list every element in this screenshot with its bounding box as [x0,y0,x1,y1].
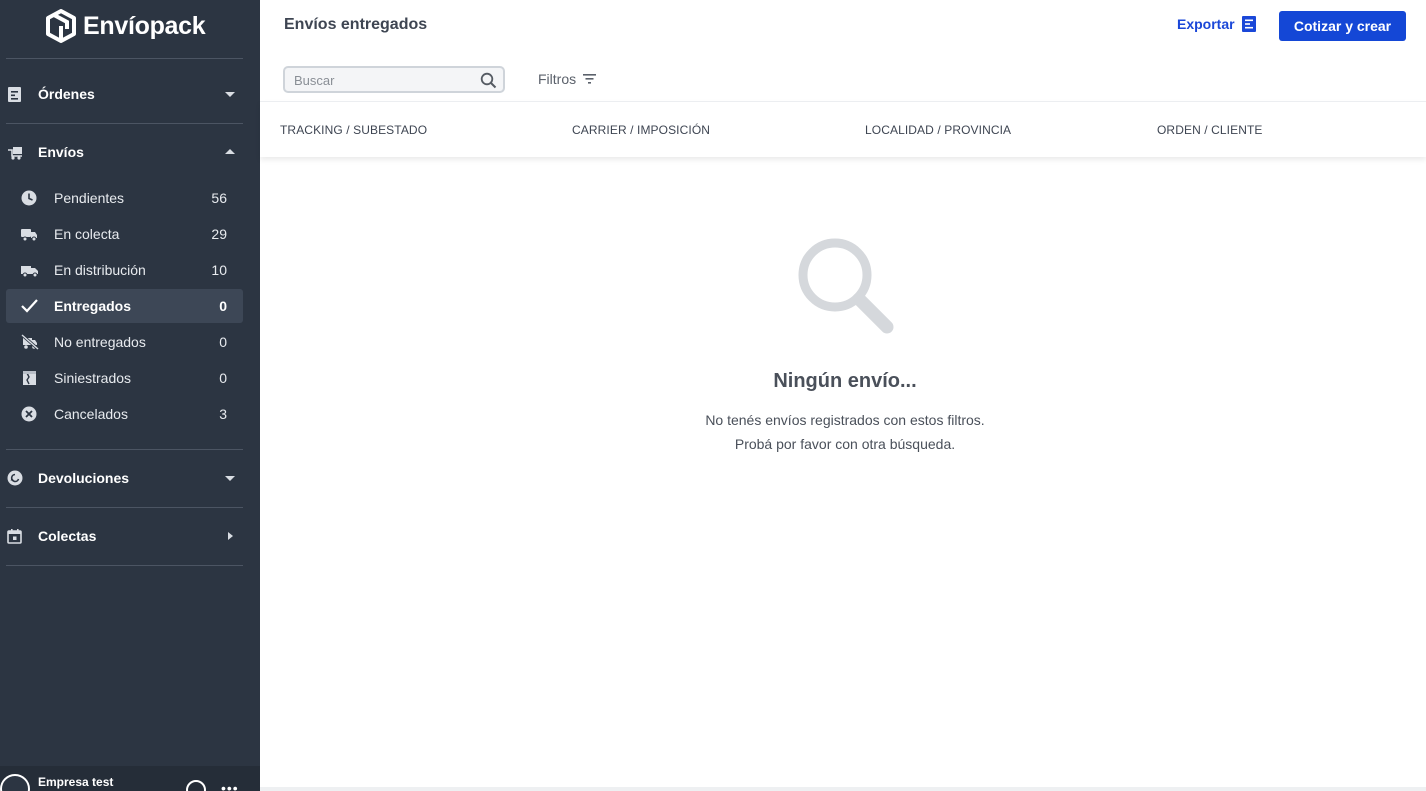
avatar[interactable] [0,774,30,791]
sidebar-divider [6,565,243,566]
sidebar-item-count: 56 [211,190,227,206]
sidebar-item-label: Pendientes [54,190,125,206]
search-icon[interactable] [480,72,497,89]
truck-box-icon [8,147,22,160]
search-box[interactable] [283,66,505,93]
sidebar-section-devoluciones[interactable]: Devoluciones [0,463,250,493]
sidebar-section-envios[interactable]: Envíos [0,137,250,167]
sidebar-divider [6,58,243,59]
sidebar-item-label: Siniestrados [54,370,132,386]
sidebar-item-label: Cancelados [54,406,128,422]
sidebar-item-pendientes[interactable]: Pendientes 56 [6,181,243,215]
sidebar-section-label: Órdenes [38,86,95,102]
search-input[interactable] [294,71,469,89]
damaged-box-icon [23,371,36,385]
pickup-truck-icon [21,229,37,242]
sidebar-footer: Empresa test ••• [0,766,260,791]
sidebar-section-label: Envíos [38,144,84,160]
check-icon [21,299,38,313]
sidebar-section-colectas[interactable]: Colectas [0,521,250,551]
sidebar: Envíopack Órdenes Envíos Pendientes 56 E… [0,0,260,791]
chevron-right-icon [228,532,233,540]
sidebar-item-count: 0 [219,298,227,314]
sidebar-item-label: No entregados [54,334,146,350]
calendar-icon [7,529,22,544]
bottom-strip [260,787,1426,791]
cancel-circle-icon [21,406,37,422]
column-header-orden[interactable]: ORDEN / CLIENTE [1157,123,1263,137]
sidebar-item-count: 3 [219,406,227,422]
sidebar-item-count: 29 [211,226,227,242]
column-header-localidad[interactable]: LOCALIDAD / PROVINCIA [865,123,1011,137]
sidebar-item-label: En colecta [54,226,120,242]
sidebar-item-entregados[interactable]: Entregados 0 [6,289,243,323]
sidebar-item-siniestrados[interactable]: Siniestrados 0 [6,361,243,395]
chevron-up-icon [225,149,235,154]
sidebar-item-count: 10 [211,262,227,278]
table-header: TRACKING / SUBESTADO CARRIER / IMPOSICIÓ… [260,101,1426,157]
clock-icon [21,190,37,206]
brand-logo[interactable]: Envíopack [45,8,206,44]
document-icon [8,87,21,102]
export-label: Exportar [1177,16,1235,32]
more-options-icon[interactable]: ••• [221,780,239,791]
sidebar-item-cancelados[interactable]: Cancelados 3 [6,397,243,431]
brand-name: Envíopack [83,11,206,40]
export-link[interactable]: Exportar [1177,16,1256,32]
sidebar-item-label: En distribución [54,262,146,278]
spreadsheet-icon [1241,16,1256,32]
empty-state-message: No tenés envíos registrados con estos fi… [705,412,985,428]
chevron-down-icon [225,476,235,481]
cube-logo-icon [46,9,76,43]
column-header-carrier[interactable]: CARRIER / IMPOSICIÓN [572,123,710,137]
sidebar-item-count: 0 [219,334,227,350]
sidebar-item-en-distribucion[interactable]: En distribución 10 [6,253,243,287]
sidebar-item-en-colecta[interactable]: En colecta 29 [6,217,243,251]
filter-icon [583,74,597,84]
sidebar-item-no-entregados[interactable]: No entregados 0 [6,325,243,359]
company-name[interactable]: Empresa test [38,775,113,789]
sidebar-item-label: Entregados [54,298,132,314]
sidebar-item-count: 0 [219,370,227,386]
filters-label: Filtros [538,71,577,87]
help-icon[interactable] [186,780,206,791]
sidebar-divider [6,507,243,508]
delivery-truck-icon [21,266,38,278]
truck-crossed-icon [21,334,39,350]
sidebar-section-label: Colectas [38,528,97,544]
quote-and-create-button[interactable]: Cotizar y crear [1279,11,1406,41]
sidebar-divider [6,123,243,124]
sidebar-section-label: Devoluciones [38,470,130,486]
sidebar-divider [6,449,243,450]
empty-state-title: Ningún envío... [773,370,917,392]
column-header-tracking[interactable]: TRACKING / SUBESTADO [280,123,427,137]
empty-state-hint: Probá por favor con otra búsqueda. [734,436,956,452]
page-title: Envíos entregados [284,16,428,33]
magnifier-icon [798,238,894,334]
chevron-down-icon [225,92,235,97]
filters-button[interactable]: Filtros [538,71,597,87]
return-icon [7,470,23,486]
sidebar-section-ordenes[interactable]: Órdenes [0,79,250,109]
